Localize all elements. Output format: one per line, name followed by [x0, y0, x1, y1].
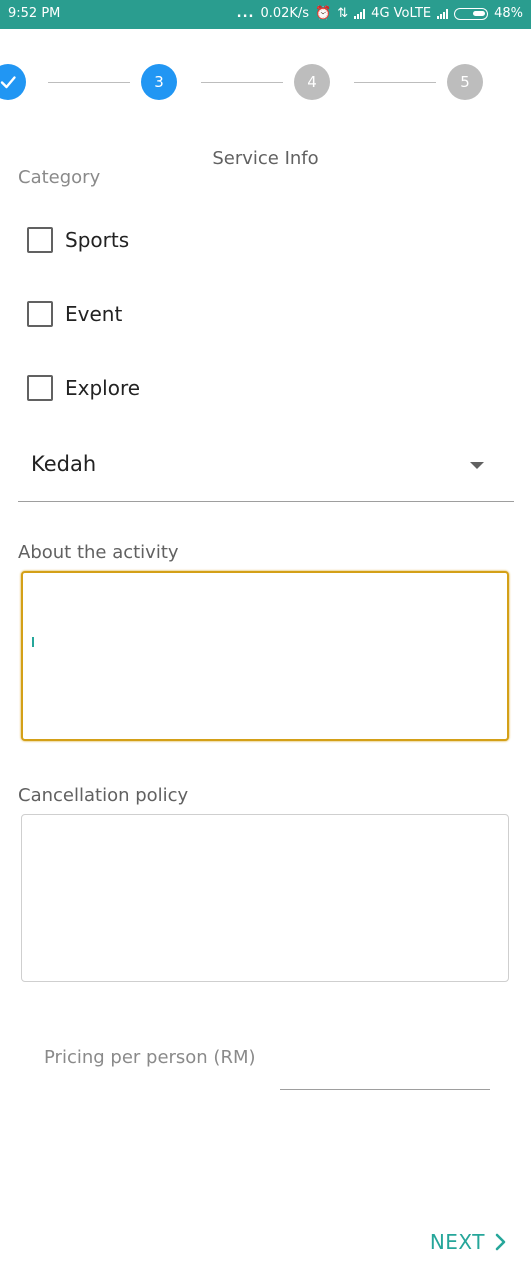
- stepper: 3 4 5: [0, 62, 531, 102]
- state-dropdown-value: Kedah: [31, 452, 97, 476]
- stepper-connector: [201, 82, 283, 83]
- step-4[interactable]: 4: [294, 64, 330, 100]
- checkbox[interactable]: [27, 227, 53, 253]
- chevron-right-icon: [495, 1233, 506, 1251]
- checkbox[interactable]: [27, 301, 53, 327]
- check-icon: [0, 76, 16, 89]
- alarm-icon: ⏰: [315, 6, 332, 21]
- checkbox[interactable]: [27, 375, 53, 401]
- stepper-connector: [48, 82, 130, 83]
- checkbox-label: Explore: [65, 376, 141, 400]
- next-button[interactable]: NEXT: [430, 1230, 507, 1254]
- cancellation-policy-label: Cancellation policy: [18, 785, 189, 806]
- data-transfer-icon: ⇅: [337, 6, 349, 21]
- status-indicators: ... 0.02K/s ⏰ ⇅ 4G VoLTE 48%: [237, 6, 523, 21]
- checkbox-label: Event: [65, 302, 123, 326]
- next-button-label: NEXT: [429, 1230, 485, 1254]
- category-option-sports[interactable]: Sports: [27, 227, 129, 253]
- status-time: 9:52 PM: [8, 6, 61, 21]
- category-option-explore[interactable]: Explore: [27, 375, 140, 401]
- about-activity-label: About the activity: [18, 542, 179, 563]
- battery-icon: [454, 7, 489, 20]
- step-3[interactable]: 3: [141, 64, 177, 100]
- state-dropdown[interactable]: Kedah: [18, 440, 514, 502]
- status-speed: 0.02K/s: [260, 6, 310, 21]
- text-cursor: [32, 637, 34, 647]
- signal-icon-2: [437, 8, 449, 19]
- dropdown-arrow-icon: [470, 462, 484, 469]
- cancellation-policy-textarea[interactable]: [21, 814, 509, 982]
- checkbox-label: Sports: [65, 228, 130, 252]
- step-5[interactable]: 5: [447, 64, 483, 100]
- status-bar: 9:52 PM ... 0.02K/s ⏰ ⇅ 4G VoLTE 48%: [0, 0, 531, 29]
- signal-icon: [354, 8, 366, 19]
- pricing-input[interactable]: [280, 1089, 490, 1090]
- about-activity-textarea[interactable]: [21, 571, 509, 741]
- status-battery: 48%: [494, 6, 523, 21]
- status-dots: ...: [236, 6, 255, 21]
- stepper-connector: [354, 82, 436, 83]
- page-title: Service Info: [212, 148, 319, 169]
- category-label: Category: [18, 167, 101, 188]
- status-network: 4G VoLTE: [371, 6, 432, 21]
- pricing-label: Pricing per person (RM): [44, 1047, 256, 1068]
- step-done[interactable]: [0, 64, 26, 100]
- category-option-event[interactable]: Event: [27, 301, 122, 327]
